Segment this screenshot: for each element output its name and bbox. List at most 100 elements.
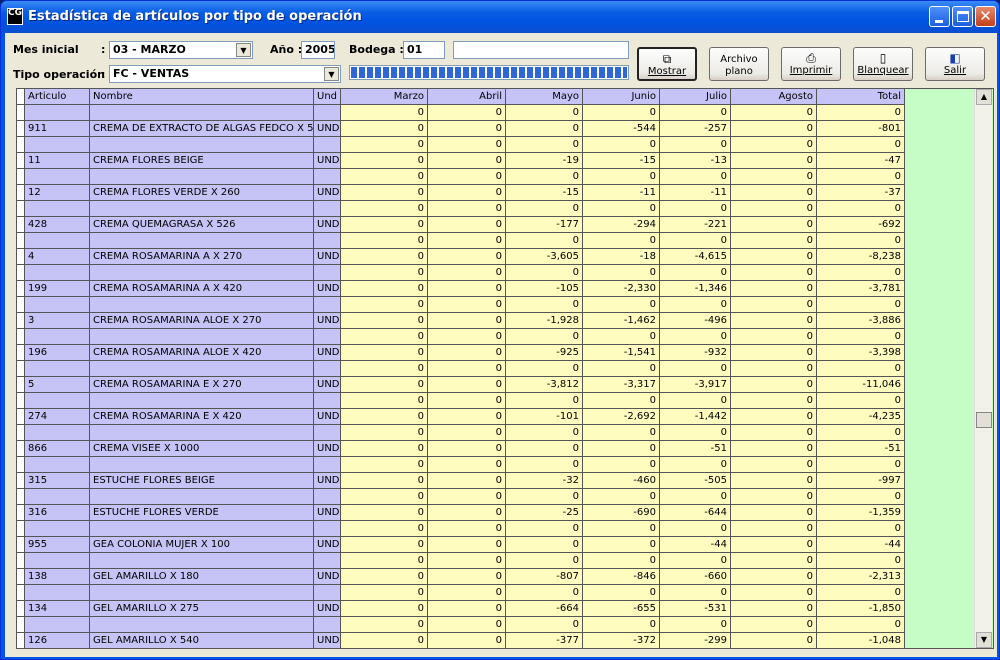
- cell-articulo[interactable]: 955: [25, 537, 90, 553]
- cell-junio[interactable]: -11: [583, 185, 660, 201]
- table-row[interactable]: 0000000: [17, 297, 905, 313]
- table-row[interactable]: 316 ESTUCHE FLORES VERDE UND 0 0 -25 -690 -644 0…: [17, 505, 905, 521]
- cell-mayo[interactable]: 0: [506, 297, 583, 313]
- cell-und[interactable]: UND: [314, 345, 341, 361]
- table-row[interactable]: 5 CREMA ROSAMARINA E X 270 UND 0 0 -3,812 -3,3…: [17, 377, 905, 393]
- cell-total[interactable]: -3,781: [817, 281, 905, 297]
- cell-junio[interactable]: 0: [583, 105, 660, 121]
- row-selector-cell[interactable]: [17, 201, 25, 217]
- cell-articulo[interactable]: [25, 105, 90, 121]
- row-selector-cell[interactable]: [17, 409, 25, 425]
- cell-total[interactable]: 0: [817, 521, 905, 537]
- cell-total[interactable]: -1,048: [817, 633, 905, 648]
- cell-nombre[interactable]: [90, 361, 314, 377]
- cell-junio[interactable]: -690: [583, 505, 660, 521]
- row-selector-cell[interactable]: [17, 537, 25, 553]
- cell-total[interactable]: 0: [817, 201, 905, 217]
- scroll-up-icon[interactable]: ▲: [976, 89, 992, 105]
- cell-articulo[interactable]: 315: [25, 473, 90, 489]
- cell-und[interactable]: UND: [314, 249, 341, 265]
- cell-marzo[interactable]: 0: [341, 393, 428, 409]
- archivo-plano-button[interactable]: Archivo plano: [709, 47, 769, 81]
- cell-articulo[interactable]: 126: [25, 633, 90, 648]
- cell-articulo[interactable]: [25, 457, 90, 473]
- cell-marzo[interactable]: 0: [341, 633, 428, 648]
- cell-abril[interactable]: 0: [428, 457, 506, 473]
- header-nombre[interactable]: Nombre: [90, 89, 314, 105]
- cell-und[interactable]: [314, 361, 341, 377]
- cell-marzo[interactable]: 0: [341, 233, 428, 249]
- cell-nombre[interactable]: [90, 137, 314, 153]
- app-icon[interactable]: CG: [7, 8, 23, 25]
- cell-marzo[interactable]: 0: [341, 537, 428, 553]
- cell-mayo[interactable]: 0: [506, 617, 583, 633]
- cell-abril[interactable]: 0: [428, 441, 506, 457]
- cell-mayo[interactable]: 0: [506, 361, 583, 377]
- cell-mayo[interactable]: -1,928: [506, 313, 583, 329]
- cell-agosto[interactable]: 0: [731, 249, 817, 265]
- mostrar-button[interactable]: ⧉ Mostrar: [637, 47, 697, 81]
- row-selector-cell[interactable]: [17, 329, 25, 345]
- cell-und[interactable]: UND: [314, 441, 341, 457]
- row-selector-cell[interactable]: [17, 553, 25, 569]
- cell-junio[interactable]: -544: [583, 121, 660, 137]
- cell-marzo[interactable]: 0: [341, 489, 428, 505]
- cell-und[interactable]: UND: [314, 281, 341, 297]
- row-selector-cell[interactable]: [17, 169, 25, 185]
- cell-und[interactable]: UND: [314, 633, 341, 648]
- cell-abril[interactable]: 0: [428, 553, 506, 569]
- cell-und[interactable]: UND: [314, 377, 341, 393]
- cell-julio[interactable]: 0: [660, 105, 731, 121]
- cell-marzo[interactable]: 0: [341, 153, 428, 169]
- cell-total[interactable]: 0: [817, 489, 905, 505]
- cell-nombre[interactable]: [90, 489, 314, 505]
- cell-julio[interactable]: -11: [660, 185, 731, 201]
- cell-articulo[interactable]: [25, 393, 90, 409]
- table-row[interactable]: 428 CREMA QUEMAGRASA X 526 UND 0 0 -177 -294 -2…: [17, 217, 905, 233]
- cell-agosto[interactable]: 0: [731, 633, 817, 648]
- title-bar[interactable]: CG Estadística de artículos por tipo de …: [1, 1, 999, 33]
- row-selector-cell[interactable]: [17, 617, 25, 633]
- cell-junio[interactable]: 0: [583, 393, 660, 409]
- cell-articulo[interactable]: [25, 617, 90, 633]
- cell-mayo[interactable]: 0: [506, 393, 583, 409]
- cell-junio[interactable]: 0: [583, 457, 660, 473]
- cell-articulo[interactable]: 134: [25, 601, 90, 617]
- cell-mayo[interactable]: -377: [506, 633, 583, 648]
- cell-articulo[interactable]: [25, 265, 90, 281]
- cell-und[interactable]: UND: [314, 409, 341, 425]
- cell-und[interactable]: UND: [314, 473, 341, 489]
- cell-nombre[interactable]: GEL AMARILLO X 180: [90, 569, 314, 585]
- cell-abril[interactable]: 0: [428, 297, 506, 313]
- cell-nombre[interactable]: CREMA ROSAMARINA E X 270: [90, 377, 314, 393]
- cell-nombre[interactable]: CREMA QUEMAGRASA X 526: [90, 217, 314, 233]
- cell-total[interactable]: 0: [817, 457, 905, 473]
- cell-total[interactable]: -44: [817, 537, 905, 553]
- cell-agosto[interactable]: 0: [731, 425, 817, 441]
- cell-total[interactable]: -8,238: [817, 249, 905, 265]
- cell-mayo[interactable]: -19: [506, 153, 583, 169]
- table-row[interactable]: 196 CREMA ROSAMARINA ALOE X 420 UND 0 0 -925-…: [17, 345, 905, 361]
- cell-agosto[interactable]: 0: [731, 201, 817, 217]
- cell-mayo[interactable]: 0: [506, 441, 583, 457]
- cell-und[interactable]: [314, 393, 341, 409]
- cell-total[interactable]: 0: [817, 105, 905, 121]
- cell-abril[interactable]: 0: [428, 345, 506, 361]
- cell-nombre[interactable]: [90, 521, 314, 537]
- row-selector-cell[interactable]: [17, 345, 25, 361]
- header-total[interactable]: Total: [817, 89, 905, 105]
- table-row[interactable]: 866 CREMA VISEE X 1000 UND 0 0 0 0 -51 0 -51: [17, 441, 905, 457]
- cell-abril[interactable]: 0: [428, 377, 506, 393]
- table-row[interactable]: 199 CREMA ROSAMARINA A X 420 UND 0 0 -105 -2,3…: [17, 281, 905, 297]
- table-row[interactable]: 0000000: [17, 105, 905, 121]
- cell-und[interactable]: [314, 201, 341, 217]
- table-row[interactable]: 911 CREMA DE EXTRACTO DE ALGAS FEDCO X 52…: [17, 121, 905, 137]
- cell-marzo[interactable]: 0: [341, 441, 428, 457]
- cell-total[interactable]: 0: [817, 137, 905, 153]
- table-row[interactable]: 0000000: [17, 137, 905, 153]
- cell-nombre[interactable]: CREMA VISEE X 1000: [90, 441, 314, 457]
- imprimir-button[interactable]: ⎙ Imprimir: [781, 47, 841, 81]
- cell-julio[interactable]: 0: [660, 233, 731, 249]
- cell-marzo[interactable]: 0: [341, 217, 428, 233]
- header-und[interactable]: Und: [314, 89, 341, 105]
